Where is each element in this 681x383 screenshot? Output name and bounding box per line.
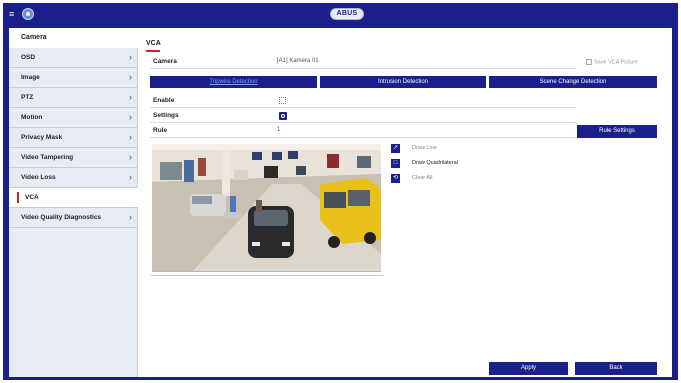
sidebar-item-ptz[interactable]: PTZ › — [9, 88, 138, 108]
chevron-right-icon: › — [129, 212, 132, 222]
page-title: VCA — [146, 40, 161, 47]
sidebar-item-label: VCA — [25, 194, 39, 201]
title-underline — [146, 50, 160, 52]
sidebar-item-label: Motion — [21, 114, 43, 121]
sidebar-item-label: PTZ — [21, 94, 34, 101]
rule-row: Rule 1 — [150, 124, 575, 138]
chevron-right-icon: › — [129, 52, 132, 62]
sidebar-header: Camera — [9, 28, 138, 48]
clear-all-label[interactable]: Clear All — [412, 175, 432, 181]
chevron-right-icon: › — [129, 152, 132, 162]
tab-scene-change-detection[interactable]: Scene Change Detection — [489, 76, 657, 88]
chevron-right-icon: › — [129, 92, 132, 102]
chevron-right-icon: › — [129, 112, 132, 122]
sidebar-item-video-tampering[interactable]: Video Tampering › — [9, 148, 138, 168]
sidebar-item-label: Privacy Mask — [21, 134, 63, 141]
content-area: Camera OSD › Image › PTZ › Motion › Priv… — [9, 28, 672, 377]
tab-tripwire-detection[interactable]: Tripwire Detection — [150, 76, 317, 88]
rule-value[interactable]: 1 — [277, 127, 280, 133]
sidebar-item-label: Video Tampering — [21, 154, 74, 161]
abus-logo: ABUS — [330, 8, 364, 20]
sidebar-item-label: Image — [21, 74, 40, 81]
sidebar-item-label: Video Quality Diagnostics — [21, 214, 102, 221]
chevron-right-icon: › — [129, 172, 132, 182]
clear-all-icon[interactable]: ⟲ — [391, 174, 400, 183]
camera-select[interactable]: [A1] Kamera 01 — [277, 58, 319, 64]
parking-garage-image — [152, 144, 381, 271]
enable-row: Enable — [150, 94, 575, 108]
save-vca-checkbox[interactable]: Save VCA Picture — [586, 59, 638, 65]
sidebar-item-osd[interactable]: OSD › — [9, 48, 138, 68]
main-panel: VCA Camera [A1] Kamera 01 Save VCA Pictu… — [138, 28, 672, 377]
home-icon[interactable] — [22, 8, 34, 20]
sidebar-item-video-loss[interactable]: Video Loss › — [9, 168, 138, 188]
back-button[interactable]: Back — [575, 362, 657, 375]
top-bar: ≡ ABUS — [3, 3, 678, 25]
draw-quadrilateral-label[interactable]: Draw Quadrilateral — [412, 160, 458, 166]
sidebar: Camera OSD › Image › PTZ › Motion › Priv… — [9, 28, 138, 377]
preview-divider — [150, 275, 383, 276]
menu-icon[interactable]: ≡ — [9, 10, 18, 19]
gear-icon[interactable] — [279, 112, 287, 120]
rule-settings-button[interactable]: Rule Settings — [577, 125, 657, 138]
save-vca-label: Save VCA Picture — [594, 59, 638, 66]
tab-intrusion-detection[interactable]: Intrusion Detection — [320, 76, 486, 88]
checkbox-icon — [586, 59, 592, 65]
chevron-right-icon: › — [129, 72, 132, 82]
rule-label: Rule — [153, 127, 168, 134]
camera-label: Camera — [153, 58, 177, 65]
enable-label: Enable — [153, 97, 175, 104]
sidebar-item-video-quality-diagnostics[interactable]: Video Quality Diagnostics › — [9, 208, 138, 228]
sidebar-item-image[interactable]: Image › — [9, 68, 138, 88]
sidebar-item-privacy-mask[interactable]: Privacy Mask › — [9, 128, 138, 148]
sidebar-item-label: OSD — [21, 54, 36, 61]
draw-line-label[interactable]: Draw Line — [412, 145, 437, 151]
enable-checkbox[interactable] — [279, 97, 286, 104]
chevron-right-icon: › — [129, 132, 132, 142]
draw-line-icon[interactable]: ↗ — [391, 144, 400, 153]
camera-row: Camera [A1] Kamera 01 — [150, 55, 575, 69]
sidebar-item-label: Video Loss — [21, 174, 56, 181]
settings-label: Settings — [153, 112, 179, 119]
settings-row: Settings — [150, 109, 575, 123]
sidebar-item-motion[interactable]: Motion › — [9, 108, 138, 128]
camera-preview[interactable] — [152, 144, 381, 272]
sidebar-item-vca[interactable]: VCA — [9, 188, 138, 208]
app-window: ≡ ABUS Camera OSD › Image › PTZ › Motion… — [3, 3, 678, 380]
apply-button[interactable]: Apply — [489, 362, 568, 375]
draw-quadrilateral-icon[interactable]: □ — [391, 159, 400, 168]
